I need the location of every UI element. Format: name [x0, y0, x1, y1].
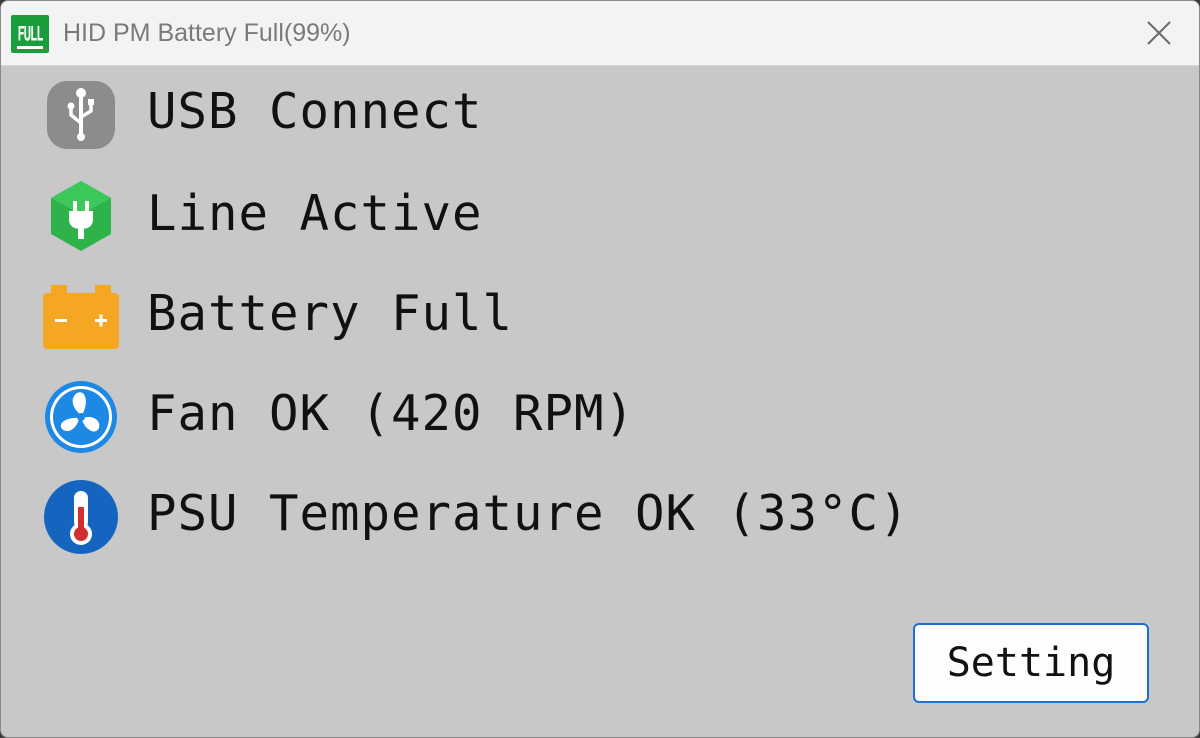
status-row-usb: USB Connect [1, 65, 1199, 165]
status-label: Line Active [147, 185, 483, 242]
window-title: HID PM Battery Full(99%) [63, 19, 351, 47]
status-label: PSU Temperature OK (33°C) [147, 485, 910, 542]
status-row-battery: Battery Full [1, 267, 1199, 367]
app-battery-full-icon: FULL [11, 15, 49, 53]
status-label: USB Connect [147, 83, 483, 140]
setting-button[interactable]: Setting [913, 623, 1149, 703]
plug-icon [41, 177, 121, 257]
title-bar[interactable]: FULL HID PM Battery Full(99%) [1, 1, 1199, 66]
usb-icon [41, 75, 121, 155]
thermometer-icon [41, 477, 121, 557]
battery-icon [41, 277, 121, 357]
status-row-line: Line Active [1, 167, 1199, 267]
battery-status-window: FULL HID PM Battery Full(99%) USB Connec… [0, 0, 1200, 738]
status-label: Fan OK (420 RPM) [147, 385, 636, 442]
status-label: Battery Full [147, 285, 514, 342]
app-icon-text: FULL [17, 22, 44, 46]
close-button[interactable] [1131, 11, 1187, 55]
status-row-temperature: PSU Temperature OK (33°C) [1, 467, 1199, 567]
fan-icon [41, 377, 121, 457]
status-row-fan: Fan OK (420 RPM) [1, 367, 1199, 467]
close-icon [1147, 21, 1171, 45]
